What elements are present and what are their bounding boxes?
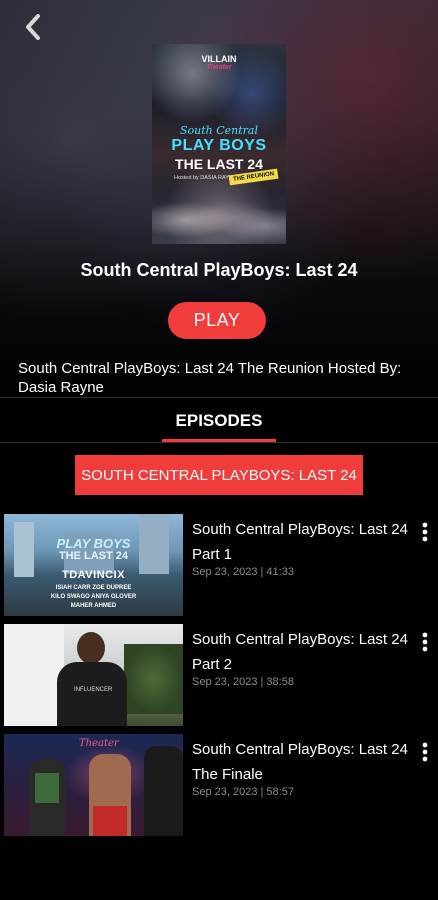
season-selector-button[interactable]: SOUTH CENTRAL PLAYBOYS: LAST 24 (75, 455, 363, 495)
poster-line2: PLAY BOYS (171, 137, 267, 154)
back-button[interactable] (18, 12, 48, 42)
thumb-cast-row: MAHER AHMED (70, 603, 117, 609)
thumb-cast-names: ISIAH CARR ZOE DUPREE KILO SWAGO ANIYA G… (4, 584, 183, 611)
more-vertical-icon (422, 632, 428, 652)
more-vertical-icon (422, 522, 428, 542)
thumb-cast-row: KILO SWAGO ANIYA GLOVER (50, 594, 137, 600)
thumb-person (144, 746, 183, 836)
episode-item-2[interactable]: INFLUENCER South Central PlayBoys: Last … (4, 624, 438, 726)
thumb-line2: THE LAST 24 (58, 550, 129, 562)
show-poster: VILLAIN Theater South Central PLAY BOYS … (152, 44, 286, 244)
poster-line1: South Central (179, 124, 258, 137)
thumb-person-shirt (35, 773, 59, 803)
show-title: South Central PlayBoys: Last 24 (80, 260, 358, 280)
thumb-shirt-text: INFLUENCER (74, 687, 113, 693)
thumb-person: INFLUENCER (52, 632, 132, 726)
thumb-line3: TDAVINCIX (62, 569, 125, 581)
thumb-line1: PLAY BOYS (56, 536, 131, 551)
poster-venue-sub: Theater (206, 64, 232, 71)
episode-item-1[interactable]: PLAY BOYS THE LAST 24 TDAVINCIX ISIAH CA… (4, 514, 438, 616)
poster-figures (152, 184, 286, 244)
episode-title[interactable]: South Central PlayBoys: Last 24 Part 1 (192, 517, 418, 567)
episode-meta: Sep 23, 2023 | 58:57 (192, 786, 294, 798)
episode-title[interactable]: South Central PlayBoys: Last 24 Part 2 (192, 627, 418, 677)
episode-thumbnail[interactable]: Theater (4, 734, 183, 836)
more-vertical-icon (422, 742, 428, 762)
poster-venue: VILLAIN Theater (152, 54, 286, 71)
episode-meta: Sep 23, 2023 | 38:58 (192, 676, 294, 688)
tab-divider-top (0, 397, 438, 398)
thumb-cast-row: ISIAH CARR ZOE DUPREE (55, 585, 132, 591)
thumb-person (89, 754, 131, 836)
chevron-left-icon (26, 14, 40, 40)
episode-meta: Sep 23, 2023 | 41:33 (192, 566, 294, 578)
tab-episodes[interactable]: EPISODES (162, 400, 276, 442)
episode-item-3[interactable]: Theater South Central PlayBoys: Last 24 … (4, 734, 438, 836)
more-options-button[interactable] (417, 520, 433, 544)
show-description: South Central PlayBoys: Last 24 The Reun… (18, 360, 402, 396)
poster-venue-name: VILLAIN (201, 54, 237, 64)
thumb-person (29, 759, 65, 836)
episode-thumbnail[interactable]: INFLUENCER (4, 624, 183, 726)
thumb-neon-sign: Theater (79, 738, 119, 749)
tab-divider-bottom (0, 442, 438, 443)
thumb-plants (124, 644, 183, 714)
more-options-button[interactable] (417, 630, 433, 654)
play-button[interactable]: PLAY (168, 302, 266, 339)
more-options-button[interactable] (417, 740, 433, 764)
episode-title[interactable]: South Central PlayBoys: Last 24 The Fina… (192, 737, 418, 787)
thumb-person-shorts (93, 806, 127, 836)
thumb-person-body (57, 662, 127, 726)
episode-thumbnail[interactable]: PLAY BOYS THE LAST 24 TDAVINCIX ISIAH CA… (4, 514, 183, 616)
poster-host: Hosted by DASIA RAYNE (174, 175, 237, 181)
thumb-person-head (77, 632, 105, 664)
